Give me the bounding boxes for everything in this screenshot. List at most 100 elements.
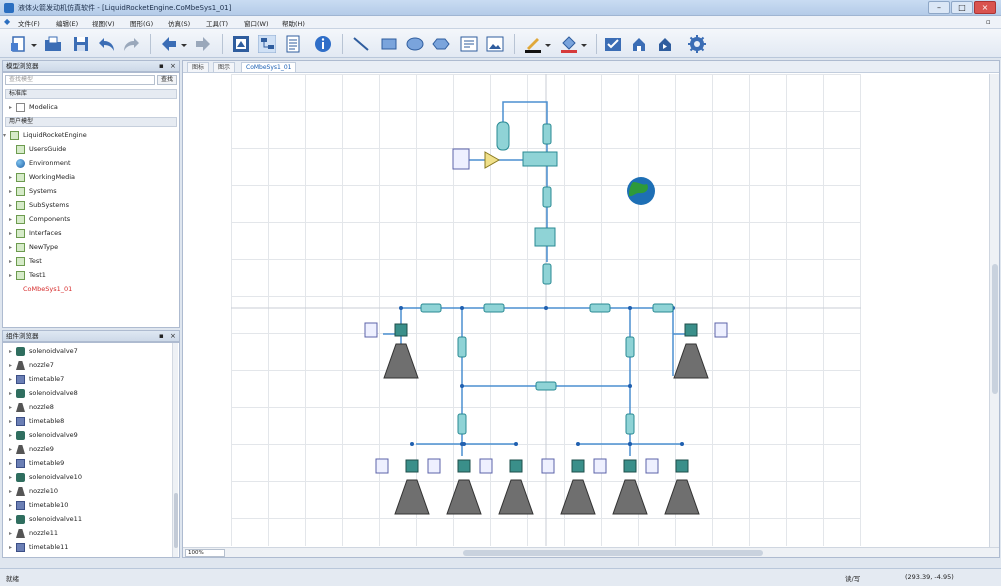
bitmap-tool-icon[interactable] [486, 35, 504, 53]
expand-arrow-icon[interactable]: ▸ [9, 227, 12, 240]
text-tool-icon[interactable] [460, 35, 478, 53]
menu-help[interactable]: 帮助(H) [282, 18, 305, 28]
expand-arrow-icon[interactable]: ▸ [9, 373, 12, 386]
expand-arrow-icon[interactable]: ▸ [9, 513, 12, 526]
expand-arrow-icon[interactable]: ▸ [9, 171, 12, 184]
expand-arrow-icon[interactable]: ▸ [9, 443, 12, 456]
solenoid-valve[interactable] [684, 323, 698, 337]
zoom-select[interactable]: 100% [185, 549, 225, 557]
panel-close-icon[interactable]: × [170, 61, 176, 71]
icon-view-icon[interactable] [232, 35, 250, 53]
undo-icon[interactable] [98, 35, 116, 53]
settings-gear-icon[interactable] [688, 35, 706, 53]
menu-edit[interactable]: 编辑(E) [56, 18, 78, 28]
component-item[interactable]: ▸ solenoidvalve9 [3, 429, 175, 442]
menu-file[interactable]: 文件(F) [18, 18, 40, 28]
menu-graphics[interactable]: 图形(G) [130, 18, 153, 28]
nozzle[interactable] [673, 343, 709, 379]
back-dropdown-icon[interactable] [180, 35, 188, 53]
timetable[interactable] [645, 458, 659, 474]
forward-icon[interactable] [194, 35, 212, 53]
tree-item-root[interactable]: ▾ LiquidRocketEngine [0, 129, 169, 142]
solenoid-valve[interactable] [394, 323, 408, 337]
timetable[interactable] [593, 458, 607, 474]
nozzle[interactable] [498, 479, 534, 515]
tab-diagram-view[interactable]: 图示 [213, 62, 236, 72]
component-item[interactable]: ▸ solenoidvalve10 [3, 471, 175, 484]
junction-node[interactable] [680, 442, 684, 446]
ellipse-tool-icon[interactable] [406, 35, 424, 53]
expand-arrow-icon[interactable]: ▸ [9, 541, 12, 554]
component-item[interactable]: ▸ solenoidvalve11 [3, 513, 175, 526]
solenoid-valve[interactable] [405, 459, 419, 473]
tree-item-selected[interactable]: CoMbeSys1_01 [3, 283, 175, 296]
solenoid-valve[interactable] [623, 459, 637, 473]
pipe-segment[interactable] [542, 263, 552, 285]
source-block[interactable] [452, 148, 470, 170]
expand-arrow-icon[interactable]: ▸ [9, 255, 12, 268]
search-button[interactable]: 查找 [157, 75, 177, 85]
expand-arrow-icon[interactable]: ▸ [9, 429, 12, 442]
expand-arrow-icon[interactable]: ▸ [9, 345, 12, 358]
component-item[interactable]: ▸ nozzle8 [3, 401, 175, 414]
menu-window[interactable]: 窗口(W) [244, 18, 269, 28]
component-item[interactable]: ▸ timetable10 [3, 499, 175, 512]
tree-item[interactable]: ▸ WorkingMedia [3, 171, 175, 184]
expand-arrow-icon[interactable]: ▸ [9, 527, 12, 540]
tree-item[interactable]: UsersGuide [3, 143, 175, 156]
rectangle-tool-icon[interactable] [380, 35, 398, 53]
valve-block[interactable] [522, 151, 558, 167]
timetable[interactable] [714, 322, 728, 338]
restore-icon[interactable]: ▫ [986, 18, 991, 26]
diagram-view-icon[interactable] [258, 35, 276, 53]
expand-arrow-icon[interactable]: ▸ [9, 269, 12, 282]
component-item[interactable]: ▸ nozzle11 [3, 527, 175, 540]
vertical-scrollbar[interactable] [989, 74, 999, 547]
redo-icon[interactable] [122, 35, 140, 53]
junction-node[interactable] [460, 306, 464, 310]
menu-simulate[interactable]: 仿真(S) [168, 18, 190, 28]
junction-node[interactable] [410, 442, 414, 446]
expand-arrow-icon[interactable]: ▸ [9, 499, 12, 512]
pin-icon[interactable]: ▪ [159, 61, 164, 71]
diagram-canvas[interactable] [183, 74, 989, 546]
tree-item[interactable]: ▸ Test [3, 255, 175, 268]
minimize-button[interactable]: – [928, 1, 950, 14]
collapse-arrow-icon[interactable]: ▾ [3, 129, 6, 142]
timetable[interactable] [427, 458, 441, 474]
component-scrollbar[interactable] [172, 343, 178, 557]
new-model-icon[interactable] [10, 35, 28, 53]
solenoid-valve[interactable] [457, 459, 471, 473]
expand-arrow-icon[interactable]: ▸ [9, 485, 12, 498]
menu-view[interactable]: 视图(V) [92, 18, 115, 28]
timetable[interactable] [375, 458, 389, 474]
junction-node[interactable] [460, 384, 464, 388]
component-item[interactable]: ▸ solenoidvalve8 [3, 387, 175, 400]
timetable[interactable] [479, 458, 493, 474]
text-view-icon[interactable] [284, 35, 302, 53]
nozzle[interactable] [612, 479, 648, 515]
tree-item[interactable]: Environment [3, 157, 175, 170]
pipe-segment[interactable] [652, 303, 674, 313]
component-item[interactable]: ▸ nozzle9 [3, 443, 175, 456]
check-model-icon[interactable] [604, 35, 622, 53]
solenoid-valve[interactable] [675, 459, 689, 473]
component-item[interactable]: ▸ timetable7 [3, 373, 175, 386]
expand-arrow-icon[interactable]: ▸ [9, 213, 12, 226]
save-icon[interactable] [72, 35, 90, 53]
nozzle[interactable] [446, 479, 482, 515]
fill-color-dropdown-icon[interactable] [580, 35, 588, 53]
pipe-segment[interactable] [483, 303, 505, 313]
tree-item[interactable]: ▸ Test1 [3, 269, 175, 282]
junction-node[interactable] [628, 384, 632, 388]
pipe-segment[interactable] [542, 123, 552, 145]
fill-color-icon[interactable] [560, 35, 578, 53]
pipe-segment[interactable] [420, 303, 442, 313]
nozzle[interactable] [394, 479, 430, 515]
tree-item[interactable]: ▸ Components [3, 213, 175, 226]
pipe-segment[interactable] [542, 186, 552, 208]
component-item[interactable]: ▸ nozzle7 [3, 359, 175, 372]
expand-arrow-icon[interactable]: ▸ [9, 241, 12, 254]
expand-arrow-icon[interactable]: ▸ [9, 199, 12, 212]
pipe-segment[interactable] [589, 303, 611, 313]
